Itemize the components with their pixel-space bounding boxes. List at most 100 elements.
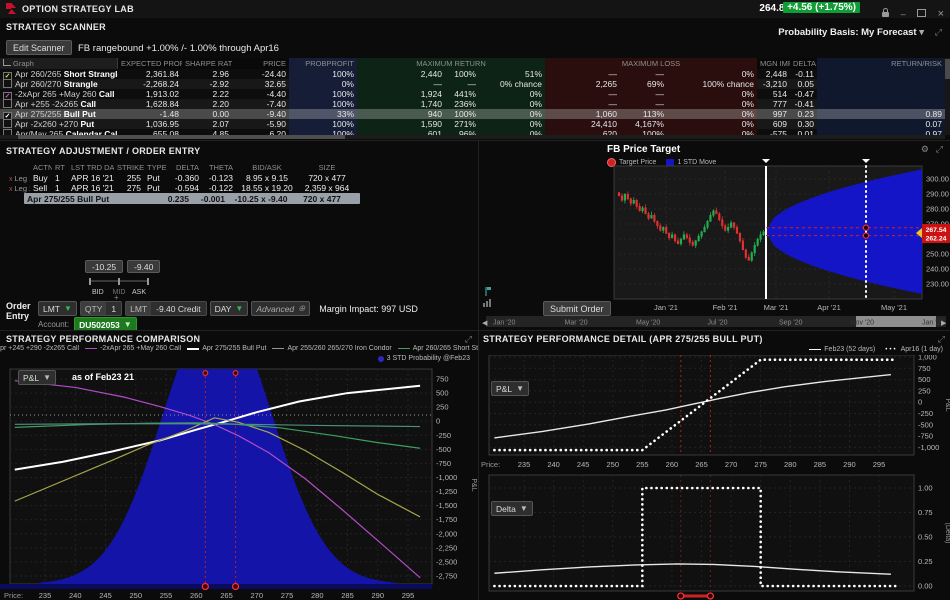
cell-1: 1,628.84	[118, 99, 182, 109]
target-price-handle[interactable]	[863, 233, 868, 238]
legs-column-header: ACTN	[30, 162, 52, 173]
column-header[interactable]: MAXIMUM RETURN	[357, 58, 545, 69]
cell-7: 0%	[479, 89, 545, 99]
maximize-icon[interactable]	[917, 9, 926, 17]
chevron-down-icon: ▼	[516, 384, 524, 393]
comparison-mode-dropdown[interactable]: P&L▼	[18, 370, 56, 385]
legs-column-header: SIZE	[298, 162, 356, 173]
scanner-title: STRATEGY SCANNER	[6, 22, 106, 32]
column-header[interactable]: PRICE	[232, 58, 289, 69]
lock-icon[interactable]	[882, 12, 889, 17]
scanner-expand-icon[interactable]: ⤢	[935, 27, 942, 38]
probability-basis-dropdown[interactable]: Probability Basis: My Forecast ▾	[778, 27, 924, 38]
scanner-row[interactable]: ✓Apr 260/265 Short Strangle2,361.842.96-…	[0, 69, 945, 79]
detail-delta-mode-dropdown[interactable]: Delta▼	[491, 501, 533, 516]
cell-1: 2,361.84	[118, 69, 182, 79]
range-handle[interactable]	[202, 584, 208, 590]
scanner-row[interactable]: Apr -2x260 +270 Put1,036.952.07-5.90100%…	[0, 119, 945, 129]
svg-text:230.00: 230.00	[926, 280, 949, 289]
detail-pnl-mode-dropdown[interactable]: P&L▼	[491, 381, 529, 396]
scanner-hscrollbar[interactable]	[0, 135, 945, 139]
cell-12: -0.11	[790, 69, 817, 79]
ask-price-button[interactable]: -9.40	[127, 260, 160, 273]
cell-11: 609	[757, 119, 790, 129]
tif-dropdown[interactable]: DAY▼	[210, 301, 249, 316]
bar-chart-icon	[489, 299, 491, 307]
bid-price-button[interactable]: -10.25	[85, 260, 123, 273]
cell-8: —	[545, 99, 620, 109]
edit-scanner-button[interactable]: Edit Scanner	[6, 40, 72, 55]
detail-range-handle[interactable]	[678, 593, 684, 599]
graph-checkbox[interactable]: ✓	[3, 112, 12, 119]
leg-row[interactable]: xLeg 1Buy1APR 16 '21255Put-0.360-0.1238.…	[0, 173, 360, 183]
cell-0: ✓-2xApr 265 +May 260 Call	[0, 89, 118, 99]
strategy-summary-row[interactable]: Apr 275/255 Bull Put0.235-0.001-10.25 x …	[24, 193, 360, 204]
column-header[interactable]: Graph	[0, 58, 118, 69]
cell-13: 0.07	[817, 119, 945, 129]
column-header[interactable]: EXPECTED PROFIT	[118, 58, 182, 69]
target-price-handle[interactable]	[863, 225, 868, 230]
summary-cell: 720 x 477	[294, 194, 350, 204]
legend-item: -2xApr 265 +May 260 Call	[85, 345, 181, 352]
order-type-dropdown[interactable]: LMT▼	[38, 301, 77, 316]
comparison-expand-icon[interactable]: ⤢	[465, 334, 472, 345]
bar-chart-icon	[483, 303, 485, 307]
svg-text:240: 240	[547, 460, 560, 469]
comparison-panel: STRATEGY PERFORMANCE COMPARISON ⤢ Apr +2…	[0, 330, 478, 600]
legs-column-header: DELTA	[168, 162, 202, 173]
range-handle[interactable]	[233, 584, 239, 590]
submit-order-button[interactable]: Submit Order	[543, 301, 611, 316]
scanner-row[interactable]: ✓Apr 275/255 Bull Put-1.480.00-9.4033%94…	[0, 109, 945, 119]
cell-7: 51%	[479, 69, 545, 79]
graph-checkbox[interactable]: ✓	[3, 92, 12, 99]
legs-column-header: THETA	[202, 162, 236, 173]
svg-text:P&L: P&L	[470, 478, 477, 491]
svg-text:265: 265	[695, 460, 708, 469]
scanner-row[interactable]: ✓-2xApr 265 +May 260 Call1,913.022.22-4.…	[0, 89, 945, 99]
column-header[interactable]: MAXIMUM LOSS	[545, 58, 757, 69]
app-title: OPTION STRATEGY LAB	[22, 4, 134, 14]
bid-ask-slider[interactable]: BIDMIDASK	[88, 277, 150, 297]
cell-4: 100%	[289, 119, 357, 129]
chevron-down-icon: ▼	[124, 320, 132, 329]
svg-text:Feb '21: Feb '21	[713, 303, 738, 312]
chevron-down-icon: ▼	[64, 304, 72, 313]
cell-0: Apr -2x260 +270 Put	[0, 119, 118, 129]
column-header[interactable]: PROBPROFIT	[289, 58, 357, 69]
detail-expand-icon[interactable]: ⤢	[938, 334, 945, 345]
quantity-stepper[interactable]: QTY1	[80, 301, 122, 316]
cell-3: -9.40	[232, 109, 289, 119]
column-header[interactable]: DELTA	[790, 58, 817, 69]
graph-checkbox[interactable]	[3, 99, 12, 108]
cell-3: -5.90	[232, 119, 289, 129]
scanner-row[interactable]: Apr +255 -2x265 Call1,628.842.20-7.40100…	[0, 99, 945, 109]
bar-chart-icon	[486, 301, 488, 307]
remove-leg-icon[interactable]: x	[9, 186, 13, 193]
svg-text:285: 285	[814, 460, 827, 469]
remove-leg-icon[interactable]: x	[9, 176, 13, 183]
scanner-vscrollbar[interactable]	[945, 58, 950, 135]
graph-checkbox[interactable]	[3, 119, 12, 128]
legs-table: ACTNRTLST TRD DAYSTRIKETYPEDELTATHETABID…	[0, 162, 360, 204]
cell-9: 69%	[620, 79, 667, 89]
advanced-button[interactable]: Advanced⊕	[251, 301, 310, 316]
limit-price-field[interactable]: LMT-9.40 Credit	[125, 301, 206, 316]
cell-1: 1,913.02	[118, 89, 182, 99]
cell-13	[817, 99, 945, 109]
scanner-row[interactable]: Apr 260/270 Strangle-2,268.24-2.9232.650…	[0, 79, 945, 89]
cell-8: 2,265	[545, 79, 620, 89]
svg-text:Jan '21: Jan '21	[654, 303, 678, 312]
column-header[interactable]: SHARPE RATIO	[182, 58, 232, 69]
column-header[interactable]: MGN IMP	[757, 58, 790, 69]
graph-checkbox[interactable]	[3, 79, 12, 88]
detail-range-handle[interactable]	[707, 593, 713, 599]
svg-text:Nov '20: Nov '20	[851, 320, 875, 327]
legs-column-header: TYPE	[144, 162, 168, 173]
detail-legend: Feb23 (52 days) •••Apr16 (1 day)	[809, 346, 943, 353]
cell-13	[817, 89, 945, 99]
column-header[interactable]: RETURN/RISK	[817, 58, 945, 69]
cell-12: 0.30	[790, 119, 817, 129]
leg-row[interactable]: xLeg 2Sell1APR 16 '21275Put-0.594-0.1221…	[0, 183, 360, 193]
graph-checkbox[interactable]: ✓	[3, 72, 12, 79]
flag-icon	[487, 287, 491, 290]
